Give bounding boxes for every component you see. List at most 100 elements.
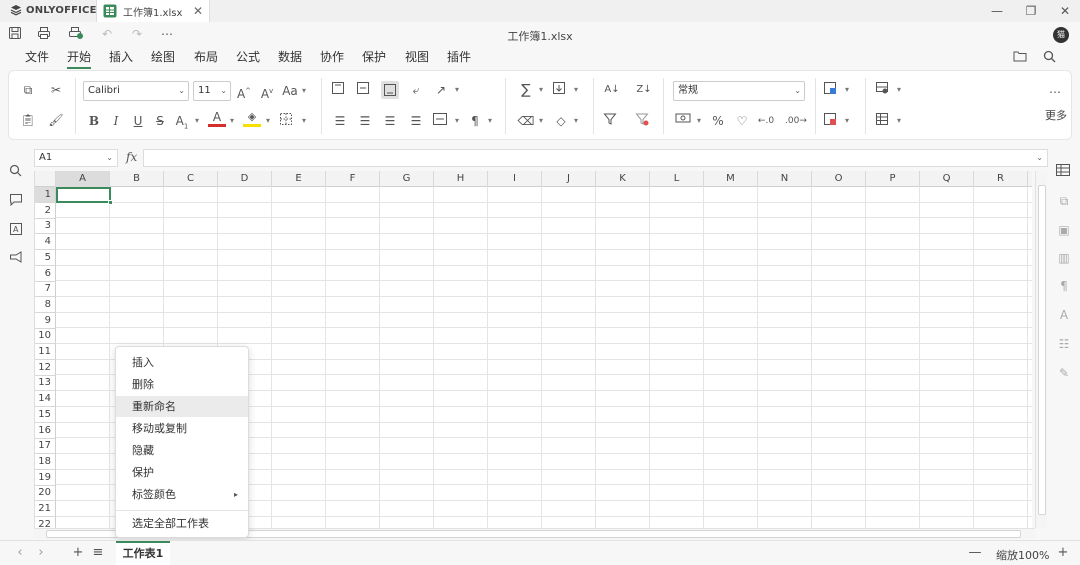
row-header-16[interactable]: 16 [35,422,56,439]
chevron-down-icon[interactable]: ▾ [895,112,903,130]
expand-formula-icon[interactable]: ⌄ [1036,150,1043,166]
chevron-down-icon[interactable]: ▾ [453,112,461,130]
restore-icon[interactable]: ❐ [1023,3,1039,19]
ctx-move-or-copy[interactable]: 移动或复制 [116,418,248,439]
row-header-14[interactable]: 14 [35,391,56,408]
document-tab[interactable]: 工作簿1.xlsx ✕ [96,0,210,22]
vertical-scroll-thumb[interactable] [1038,185,1046,515]
user-avatar[interactable]: 猫 [1053,27,1069,43]
chevron-down-icon[interactable]: ▾ [486,112,494,130]
fill-handle[interactable] [108,200,113,205]
paste-icon[interactable]: 📋︎ [19,111,37,129]
more-label[interactable]: 更多 [1045,107,1067,123]
more-options-icon[interactable]: ⋯ [1046,83,1064,101]
table-settings-icon[interactable]: ☷ [1056,336,1072,352]
row-header-4[interactable]: 4 [35,234,56,251]
font-name-select[interactable]: Calibri ⌄ [83,81,189,101]
chart-settings-icon[interactable]: ▥ [1056,250,1072,266]
menu-draw[interactable]: 绘图 [151,48,175,65]
row-header-10[interactable]: 10 [35,328,56,345]
name-box[interactable]: A1 ⌄ [34,149,118,167]
row-header-20[interactable]: 20 [35,485,56,502]
paragraph-settings-icon[interactable]: ¶ [1056,278,1072,294]
spellcheck-icon[interactable]: A [9,222,25,238]
row-header-12[interactable]: 12 [35,359,56,376]
align-middle-icon[interactable] [356,81,374,99]
column-header-n[interactable]: N [758,171,812,187]
row-header-3[interactable]: 3 [35,218,56,235]
copy-icon[interactable]: ⧉ [19,81,37,99]
format-painter-icon[interactable]: 🖌︎ [47,111,65,129]
row-header-13[interactable]: 13 [35,375,56,392]
merge-cells-icon[interactable] [432,112,450,130]
menu-collaborate[interactable]: 协作 [320,48,344,65]
chevron-down-icon[interactable]: ▾ [537,112,545,130]
search-icon[interactable] [1043,50,1059,66]
chevron-down-icon[interactable]: ▾ [193,112,201,130]
number-format-select[interactable]: 常规 ⌄ [673,81,805,101]
align-left-icon[interactable]: ☰ [331,112,349,130]
ctx-hide[interactable]: 隐藏 [116,440,248,461]
row-header-6[interactable]: 6 [35,265,56,282]
ctx-rename[interactable]: 重新命名 [116,396,248,417]
chevron-down-icon[interactable]: ▾ [695,112,703,130]
strikethrough-icon[interactable]: S [151,112,169,130]
column-header-b[interactable]: B [110,171,164,187]
chevron-down-icon[interactable]: ▾ [537,81,545,99]
chevron-down-icon[interactable]: ▾ [572,112,580,130]
clear-icon[interactable]: ◇ [552,112,570,130]
chevron-down-icon[interactable]: ▾ [895,81,903,99]
change-case-icon[interactable]: Aa [281,82,299,100]
menu-home[interactable]: 开始 [67,48,92,69]
add-sheet-icon[interactable]: + [71,545,85,561]
column-header-g[interactable]: G [380,171,434,187]
row-header-1[interactable]: 1 [35,187,56,203]
sum-icon[interactable]: ∑ [517,81,535,99]
sheet-tab[interactable]: 工作表1 [116,541,170,565]
image-settings-icon[interactable]: ▣ [1056,222,1072,238]
text-art-settings-icon[interactable]: A [1056,307,1072,323]
chevron-down-icon[interactable]: ▾ [453,81,461,99]
clear-filter-icon[interactable] [635,112,653,130]
ctx-tab-color[interactable]: 标签颜色 ▸ [116,484,248,505]
italic-icon[interactable]: I [107,112,125,130]
font-size-select[interactable]: 11 ⌄ [193,81,231,101]
conditional-formatting-icon[interactable] [823,81,841,99]
next-sheet-icon[interactable]: › [34,545,48,561]
menu-plugins[interactable]: 插件 [447,48,471,65]
row-header-19[interactable]: 19 [35,469,56,486]
menu-insert[interactable]: 插入 [109,48,133,65]
align-center-icon[interactable]: ☰ [356,112,374,130]
comments-icon[interactable] [9,193,25,209]
ctx-delete[interactable]: 删除 [116,374,248,395]
search-icon[interactable] [9,164,25,180]
formula-input[interactable]: ⌄ [143,149,1048,167]
insert-function-icon[interactable]: ⌫ [517,112,535,130]
column-header-c[interactable]: C [164,171,218,187]
increase-font-icon[interactable]: A^ [235,82,253,101]
signature-settings-icon[interactable]: ✎ [1056,365,1072,381]
menu-layout[interactable]: 布局 [194,48,218,65]
comma-style-icon[interactable]: ♡ [733,112,751,130]
wrap-text-icon[interactable]: ⤶ [407,81,425,99]
increase-decimal-icon[interactable]: .00→ [785,112,807,130]
bold-icon[interactable]: B [85,112,103,130]
minimize-icon[interactable]: — [989,3,1005,19]
column-header-j[interactable]: J [542,171,596,187]
column-header-d[interactable]: D [218,171,272,187]
chevron-down-icon[interactable]: ▾ [300,82,308,100]
align-top-icon[interactable] [331,81,349,99]
close-window-icon[interactable]: ✕ [1057,3,1073,19]
accounting-format-icon[interactable] [675,112,693,130]
zoom-out-icon[interactable]: — [968,545,982,561]
borders-icon[interactable] [279,112,297,130]
font-color-icon[interactable]: A [208,110,226,128]
chevron-down-icon[interactable]: ▾ [572,81,580,99]
decrease-decimal-icon[interactable]: ←.0 [757,112,775,130]
paragraph-direction-icon[interactable]: ¶ [466,112,484,130]
zoom-level[interactable]: 缩放100% [996,547,1049,563]
row-header-9[interactable]: 9 [35,312,56,329]
row-header-22[interactable]: 22 [35,516,56,528]
column-header-f[interactable]: F [326,171,380,187]
column-header-q[interactable]: Q [920,171,974,187]
